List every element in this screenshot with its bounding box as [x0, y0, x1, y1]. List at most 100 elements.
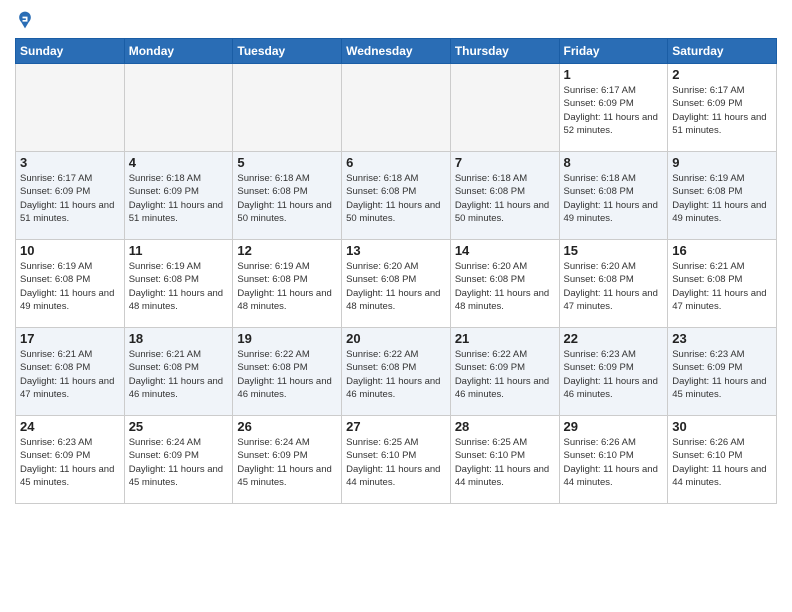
calendar-cell: 25 Sunrise: 6:24 AM Sunset: 6:09 PM Dayli…	[124, 416, 233, 504]
day-info: Sunrise: 6:18 AM Sunset: 6:08 PM Dayligh…	[564, 172, 664, 225]
day-number: 17	[20, 331, 120, 346]
day-number: 28	[455, 419, 555, 434]
calendar-cell: 28 Sunrise: 6:25 AM Sunset: 6:10 PM Dayli…	[450, 416, 559, 504]
day-info: Sunrise: 6:20 AM Sunset: 6:08 PM Dayligh…	[564, 260, 664, 313]
day-number: 13	[346, 243, 446, 258]
day-info: Sunrise: 6:18 AM Sunset: 6:08 PM Dayligh…	[455, 172, 555, 225]
calendar-cell: 7 Sunrise: 6:18 AM Sunset: 6:08 PM Daylig…	[450, 152, 559, 240]
day-number: 12	[237, 243, 337, 258]
day-number: 25	[129, 419, 229, 434]
calendar-cell	[450, 64, 559, 152]
day-number: 26	[237, 419, 337, 434]
day-info: Sunrise: 6:24 AM Sunset: 6:09 PM Dayligh…	[129, 436, 229, 489]
calendar-cell	[124, 64, 233, 152]
day-info: Sunrise: 6:22 AM Sunset: 6:08 PM Dayligh…	[237, 348, 337, 401]
calendar-cell: 23Sunrise: 6:23 AM Sunset: 6:09 PM Dayli…	[668, 328, 777, 416]
day-info: Sunrise: 6:21 AM Sunset: 6:08 PM Dayligh…	[672, 260, 772, 313]
calendar-cell: 18 Sunrise: 6:21 AM Sunset: 6:08 PM Dayli…	[124, 328, 233, 416]
day-number: 11	[129, 243, 229, 258]
col-header-saturday: Saturday	[668, 39, 777, 64]
calendar-cell: 2 Sunrise: 6:17 AM Sunset: 6:09 PM Daylig…	[668, 64, 777, 152]
day-info: Sunrise: 6:24 AM Sunset: 6:09 PM Dayligh…	[237, 436, 337, 489]
day-number: 6	[346, 155, 446, 170]
day-info: Sunrise: 6:23 AM Sunset: 6:09 PM Dayligh…	[20, 436, 120, 489]
day-info: Sunrise: 6:21 AM Sunset: 6:08 PM Dayligh…	[129, 348, 229, 401]
calendar-cell: 4 Sunrise: 6:18 AM Sunset: 6:09 PM Daylig…	[124, 152, 233, 240]
day-info: Sunrise: 6:17 AM Sunset: 6:09 PM Dayligh…	[672, 84, 772, 137]
calendar-cell	[16, 64, 125, 152]
day-info: Sunrise: 6:17 AM Sunset: 6:09 PM Dayligh…	[564, 84, 664, 137]
calendar-week-1: 1 Sunrise: 6:17 AM Sunset: 6:09 PM Daylig…	[16, 64, 777, 152]
day-number: 27	[346, 419, 446, 434]
page: SundayMondayTuesdayWednesdayThursdayFrid…	[0, 0, 792, 612]
day-info: Sunrise: 6:19 AM Sunset: 6:08 PM Dayligh…	[237, 260, 337, 313]
day-number: 22	[564, 331, 664, 346]
day-number: 20	[346, 331, 446, 346]
calendar-cell: 30Sunrise: 6:26 AM Sunset: 6:10 PM Dayli…	[668, 416, 777, 504]
calendar-cell: 12 Sunrise: 6:19 AM Sunset: 6:08 PM Dayli…	[233, 240, 342, 328]
col-header-thursday: Thursday	[450, 39, 559, 64]
calendar-week-4: 17 Sunrise: 6:21 AM Sunset: 6:08 PM Dayli…	[16, 328, 777, 416]
day-number: 3	[20, 155, 120, 170]
calendar-cell: 8 Sunrise: 6:18 AM Sunset: 6:08 PM Daylig…	[559, 152, 668, 240]
day-info: Sunrise: 6:17 AM Sunset: 6:09 PM Dayligh…	[20, 172, 120, 225]
logo	[15, 10, 37, 30]
day-number: 21	[455, 331, 555, 346]
calendar-cell: 6 Sunrise: 6:18 AM Sunset: 6:08 PM Daylig…	[342, 152, 451, 240]
day-number: 15	[564, 243, 664, 258]
header	[15, 10, 777, 30]
day-info: Sunrise: 6:18 AM Sunset: 6:08 PM Dayligh…	[237, 172, 337, 225]
calendar-cell: 16 Sunrise: 6:21 AM Sunset: 6:08 PM Dayli…	[668, 240, 777, 328]
calendar-cell: 15 Sunrise: 6:20 AM Sunset: 6:08 PM Dayli…	[559, 240, 668, 328]
calendar-cell: 1 Sunrise: 6:17 AM Sunset: 6:09 PM Daylig…	[559, 64, 668, 152]
calendar-cell: 14Sunrise: 6:20 AM Sunset: 6:08 PM Dayli…	[450, 240, 559, 328]
day-info: Sunrise: 6:25 AM Sunset: 6:10 PM Dayligh…	[346, 436, 446, 489]
day-info: Sunrise: 6:19 AM Sunset: 6:08 PM Dayligh…	[672, 172, 772, 225]
day-number: 9	[672, 155, 772, 170]
day-info: Sunrise: 6:19 AM Sunset: 6:08 PM Dayligh…	[20, 260, 120, 313]
day-info: Sunrise: 6:23 AM Sunset: 6:09 PM Dayligh…	[564, 348, 664, 401]
day-number: 7	[455, 155, 555, 170]
calendar-cell: 22 Sunrise: 6:23 AM Sunset: 6:09 PM Dayli…	[559, 328, 668, 416]
calendar-cell: 17 Sunrise: 6:21 AM Sunset: 6:08 PM Dayli…	[16, 328, 125, 416]
day-info: Sunrise: 6:26 AM Sunset: 6:10 PM Dayligh…	[564, 436, 664, 489]
day-number: 29	[564, 419, 664, 434]
col-header-monday: Monday	[124, 39, 233, 64]
day-number: 8	[564, 155, 664, 170]
day-number: 10	[20, 243, 120, 258]
day-number: 16	[672, 243, 772, 258]
calendar-cell: 11 Sunrise: 6:19 AM Sunset: 6:08 PM Dayli…	[124, 240, 233, 328]
day-number: 18	[129, 331, 229, 346]
calendar-cell: 26 Sunrise: 6:24 AM Sunset: 6:09 PM Dayli…	[233, 416, 342, 504]
day-info: Sunrise: 6:18 AM Sunset: 6:08 PM Dayligh…	[346, 172, 446, 225]
calendar-cell: 3 Sunrise: 6:17 AM Sunset: 6:09 PM Daylig…	[16, 152, 125, 240]
col-header-sunday: Sunday	[16, 39, 125, 64]
day-info: Sunrise: 6:20 AM Sunset: 6:08 PM Dayligh…	[455, 260, 555, 313]
day-info: Sunrise: 6:22 AM Sunset: 6:09 PM Dayligh…	[455, 348, 555, 401]
col-header-wednesday: Wednesday	[342, 39, 451, 64]
calendar-cell	[342, 64, 451, 152]
day-info: Sunrise: 6:21 AM Sunset: 6:08 PM Dayligh…	[20, 348, 120, 401]
day-number: 24	[20, 419, 120, 434]
day-number: 19	[237, 331, 337, 346]
day-info: Sunrise: 6:22 AM Sunset: 6:08 PM Dayligh…	[346, 348, 446, 401]
calendar-header-row: SundayMondayTuesdayWednesdayThursdayFrid…	[16, 39, 777, 64]
day-info: Sunrise: 6:18 AM Sunset: 6:09 PM Dayligh…	[129, 172, 229, 225]
day-info: Sunrise: 6:19 AM Sunset: 6:08 PM Dayligh…	[129, 260, 229, 313]
calendar-cell: 27 Sunrise: 6:25 AM Sunset: 6:10 PM Dayli…	[342, 416, 451, 504]
calendar-cell: 13Sunrise: 6:20 AM Sunset: 6:08 PM Dayli…	[342, 240, 451, 328]
day-info: Sunrise: 6:25 AM Sunset: 6:10 PM Dayligh…	[455, 436, 555, 489]
day-number: 4	[129, 155, 229, 170]
day-number: 5	[237, 155, 337, 170]
day-info: Sunrise: 6:26 AM Sunset: 6:10 PM Dayligh…	[672, 436, 772, 489]
day-number: 23	[672, 331, 772, 346]
calendar-cell: 10 Sunrise: 6:19 AM Sunset: 6:08 PM Dayli…	[16, 240, 125, 328]
day-number: 2	[672, 67, 772, 82]
day-number: 1	[564, 67, 664, 82]
logo-icon	[15, 10, 35, 30]
col-header-tuesday: Tuesday	[233, 39, 342, 64]
calendar-week-5: 24 Sunrise: 6:23 AM Sunset: 6:09 PM Dayli…	[16, 416, 777, 504]
calendar-week-3: 10 Sunrise: 6:19 AM Sunset: 6:08 PM Dayli…	[16, 240, 777, 328]
calendar-cell	[233, 64, 342, 152]
calendar-cell: 29 Sunrise: 6:26 AM Sunset: 6:10 PM Dayli…	[559, 416, 668, 504]
